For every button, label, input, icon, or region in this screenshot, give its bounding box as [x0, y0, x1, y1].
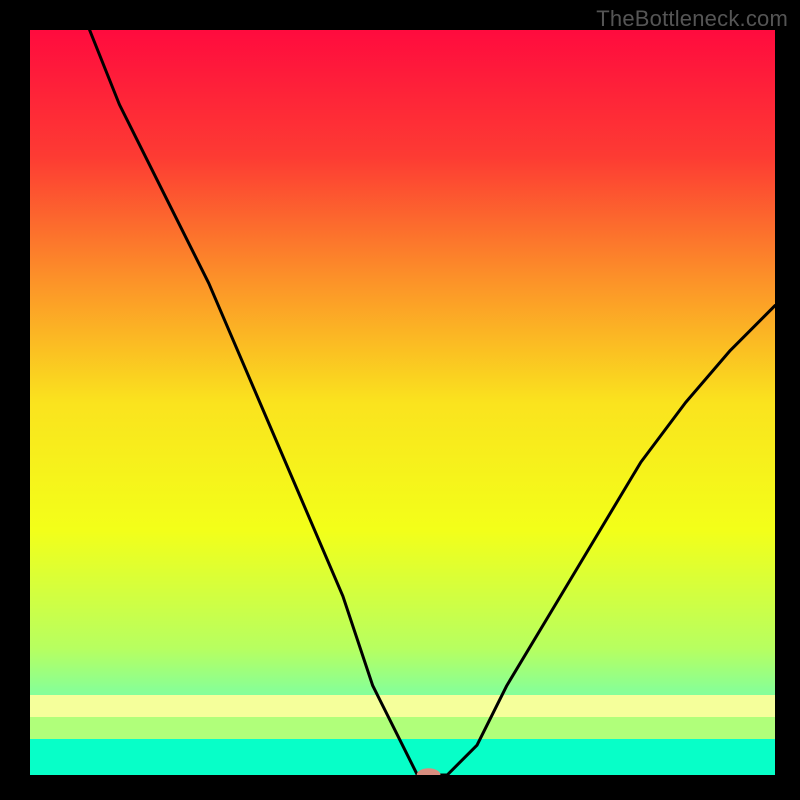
- chart-frame: TheBottleneck.com: [0, 0, 800, 800]
- band-top: [30, 695, 775, 717]
- watermark-text: TheBottleneck.com: [596, 6, 788, 32]
- plot-background: [30, 30, 775, 775]
- band-bottom: [30, 717, 775, 739]
- bottleneck-plot: [30, 30, 775, 775]
